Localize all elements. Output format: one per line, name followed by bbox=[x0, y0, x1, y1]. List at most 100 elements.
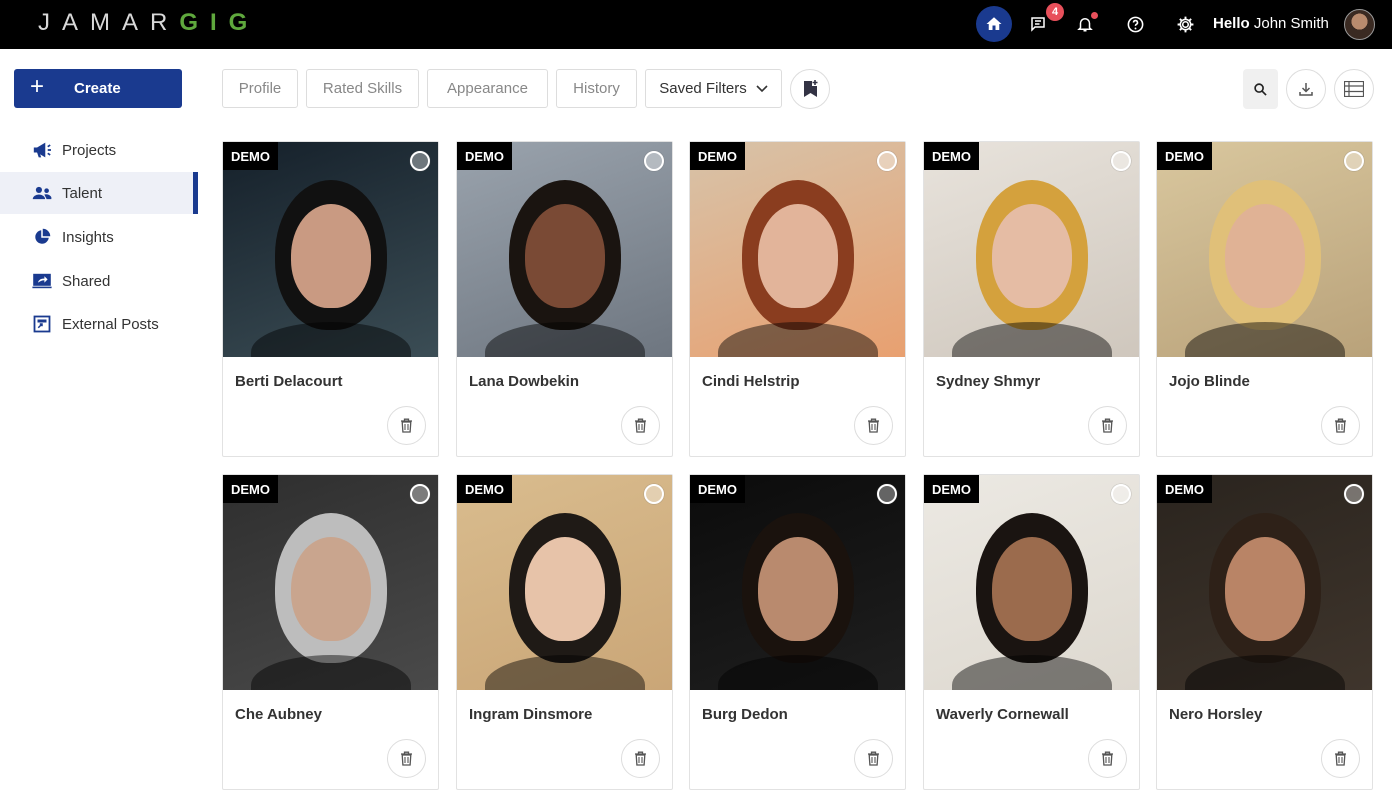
talent-name[interactable]: Cindi Helstrip bbox=[702, 373, 800, 390]
demo-tag: DEMO bbox=[457, 475, 512, 503]
talent-card[interactable]: DEMO Ingram Dinsmore bbox=[456, 474, 673, 790]
delete-button[interactable] bbox=[1321, 739, 1360, 778]
trash-icon bbox=[401, 751, 412, 766]
talent-photo-shoulders bbox=[1185, 322, 1345, 357]
app-logo[interactable]: JAMARGIG bbox=[38, 9, 259, 37]
demo-tag: DEMO bbox=[924, 475, 979, 503]
talent-photo[interactable] bbox=[690, 475, 905, 690]
select-radio[interactable] bbox=[410, 151, 430, 171]
home-button[interactable] bbox=[976, 6, 1012, 42]
sidebar-item-talent[interactable]: Talent bbox=[0, 172, 198, 214]
select-radio[interactable] bbox=[1111, 151, 1131, 171]
sidebar-item-insights[interactable]: Insights bbox=[0, 216, 198, 258]
talent-card[interactable]: DEMO Lana Dowbekin bbox=[456, 141, 673, 457]
saved-filters-label: Saved Filters bbox=[659, 80, 747, 97]
notification-dot bbox=[1091, 12, 1098, 19]
trash-icon bbox=[1335, 751, 1346, 766]
select-radio[interactable] bbox=[410, 484, 430, 504]
talent-photo[interactable] bbox=[690, 142, 905, 357]
pie-chart-icon bbox=[32, 227, 52, 247]
create-button-label: Create bbox=[74, 80, 121, 97]
select-radio[interactable] bbox=[877, 484, 897, 504]
delete-button[interactable] bbox=[621, 739, 660, 778]
talent-photo-face bbox=[1225, 537, 1305, 641]
talent-name[interactable]: Waverly Cornewall bbox=[936, 706, 1069, 723]
talent-name[interactable]: Berti Delacourt bbox=[235, 373, 343, 390]
notifications-button[interactable] bbox=[1067, 6, 1103, 42]
talent-card[interactable]: DEMO Che Aubney bbox=[222, 474, 439, 790]
trash-icon bbox=[1335, 418, 1346, 433]
talent-card[interactable]: DEMO Waverly Cornewall bbox=[923, 474, 1140, 790]
sidebar-item-label: Insights bbox=[62, 228, 114, 246]
talent-photo[interactable] bbox=[1157, 142, 1372, 357]
talent-photo[interactable] bbox=[223, 475, 438, 690]
delete-button[interactable] bbox=[1321, 406, 1360, 445]
sidebar-item-projects[interactable]: Projects bbox=[0, 129, 198, 171]
talent-name[interactable]: Jojo Blinde bbox=[1169, 373, 1250, 390]
talent-photo[interactable] bbox=[924, 142, 1139, 357]
talent-card[interactable]: DEMO Jojo Blinde bbox=[1156, 141, 1373, 457]
delete-button[interactable] bbox=[1088, 406, 1127, 445]
select-radio[interactable] bbox=[644, 484, 664, 504]
talent-name[interactable]: Nero Horsley bbox=[1169, 706, 1262, 723]
talent-card[interactable]: DEMO Cindi Helstrip bbox=[689, 141, 906, 457]
sidebar-item-label: Shared bbox=[62, 272, 111, 290]
talent-photo[interactable] bbox=[1157, 475, 1372, 690]
select-radio[interactable] bbox=[1344, 484, 1364, 504]
talent-photo-face bbox=[525, 204, 605, 308]
messages-count-badge: 4 bbox=[1046, 3, 1064, 21]
delete-button[interactable] bbox=[621, 406, 660, 445]
home-icon bbox=[986, 17, 1002, 30]
talent-card[interactable]: DEMO Berti Delacourt bbox=[222, 141, 439, 457]
select-radio[interactable] bbox=[1111, 484, 1131, 504]
sidebar-item-shared[interactable]: Shared bbox=[0, 260, 198, 302]
demo-tag: DEMO bbox=[457, 142, 512, 170]
talent-photo[interactable] bbox=[457, 142, 672, 357]
filter-profile-button[interactable]: Profile bbox=[222, 69, 298, 108]
select-radio[interactable] bbox=[1344, 151, 1364, 171]
talent-photo-shoulders bbox=[952, 655, 1112, 690]
share-screen-icon bbox=[32, 271, 52, 291]
talent-name[interactable]: Sydney Shmyr bbox=[936, 373, 1040, 390]
delete-button[interactable] bbox=[1088, 739, 1127, 778]
talent-name[interactable]: Lana Dowbekin bbox=[469, 373, 579, 390]
create-button[interactable]: + Create bbox=[14, 69, 182, 108]
demo-tag: DEMO bbox=[924, 142, 979, 170]
saved-filters-dropdown[interactable]: Saved Filters bbox=[645, 69, 782, 108]
sidebar-item-external-posts[interactable]: External Posts bbox=[0, 303, 198, 345]
user-name: John Smith bbox=[1253, 15, 1329, 32]
filter-history-button[interactable]: History bbox=[556, 69, 637, 108]
settings-button[interactable] bbox=[1167, 6, 1203, 42]
talent-photo[interactable] bbox=[924, 475, 1139, 690]
select-radio[interactable] bbox=[877, 151, 897, 171]
delete-button[interactable] bbox=[854, 406, 893, 445]
logo-text-primary: JAMAR bbox=[38, 9, 180, 36]
talent-card[interactable]: DEMO Burg Dedon bbox=[689, 474, 906, 790]
talent-name[interactable]: Ingram Dinsmore bbox=[469, 706, 592, 723]
filter-rated-skills-button[interactable]: Rated Skills bbox=[306, 69, 419, 108]
search-button[interactable] bbox=[1243, 69, 1278, 109]
talent-photo[interactable] bbox=[457, 475, 672, 690]
sidebar-item-label: Talent bbox=[62, 184, 103, 202]
talent-card[interactable]: DEMO Nero Horsley bbox=[1156, 474, 1373, 790]
talent-card[interactable]: DEMO Sydney Shmyr bbox=[923, 141, 1140, 457]
help-icon bbox=[1127, 16, 1143, 32]
delete-button[interactable] bbox=[387, 739, 426, 778]
talent-photo-shoulders bbox=[952, 322, 1112, 357]
talent-name[interactable]: Burg Dedon bbox=[702, 706, 788, 723]
save-filter-button[interactable] bbox=[790, 69, 830, 109]
delete-button[interactable] bbox=[854, 739, 893, 778]
trash-icon bbox=[1102, 418, 1113, 433]
talent-photo-shoulders bbox=[485, 655, 645, 690]
select-radio[interactable] bbox=[644, 151, 664, 171]
list-view-button[interactable] bbox=[1334, 69, 1374, 109]
filter-appearance-button[interactable]: Appearance bbox=[427, 69, 548, 108]
download-button[interactable] bbox=[1286, 69, 1326, 109]
talent-photo[interactable] bbox=[223, 142, 438, 357]
user-avatar[interactable] bbox=[1344, 9, 1375, 40]
talent-name[interactable]: Che Aubney bbox=[235, 706, 322, 723]
list-view-icon bbox=[1344, 81, 1364, 97]
chevron-down-icon bbox=[756, 84, 768, 92]
delete-button[interactable] bbox=[387, 406, 426, 445]
help-button[interactable] bbox=[1117, 6, 1153, 42]
